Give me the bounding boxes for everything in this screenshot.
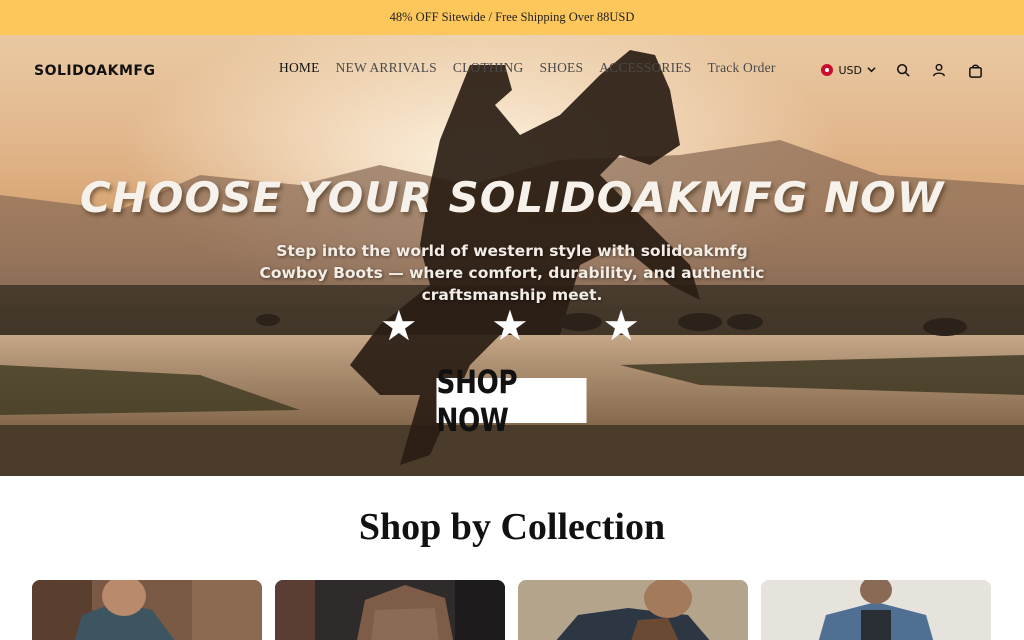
- hero-subtitle: Step into the world of western style wit…: [259, 242, 765, 304]
- hero-title: CHOOSE YOUR SOLIDOAKMFG NOW: [79, 173, 945, 222]
- star-icon: ★: [602, 301, 640, 350]
- collection-image: [32, 580, 262, 640]
- collection-grid: [32, 580, 991, 640]
- collection-image: [518, 580, 748, 640]
- collection-image: [275, 580, 505, 640]
- collections-heading: Shop by Collection: [358, 506, 666, 548]
- star-icon: ★: [380, 301, 418, 350]
- collection-card-4[interactable]: [761, 580, 991, 640]
- shop-now-button[interactable]: SHOP NOW: [436, 363, 587, 439]
- collection-card-3[interactable]: [518, 580, 748, 640]
- hero-content: CHOOSE YOUR SOLIDOAKMFG NOW Step into th…: [0, 35, 1024, 476]
- star-icon: ★: [491, 301, 529, 350]
- collection-card-1[interactable]: [32, 580, 262, 640]
- announcement-bar: 48% OFF Sitewide / Free Shipping Over 88…: [0, 0, 1024, 35]
- collection-image: [761, 580, 991, 640]
- collection-card-2[interactable]: [275, 580, 505, 640]
- rating-stars: ★ ★ ★: [380, 305, 640, 347]
- announcement-text: 48% OFF Sitewide / Free Shipping Over 88…: [389, 10, 635, 24]
